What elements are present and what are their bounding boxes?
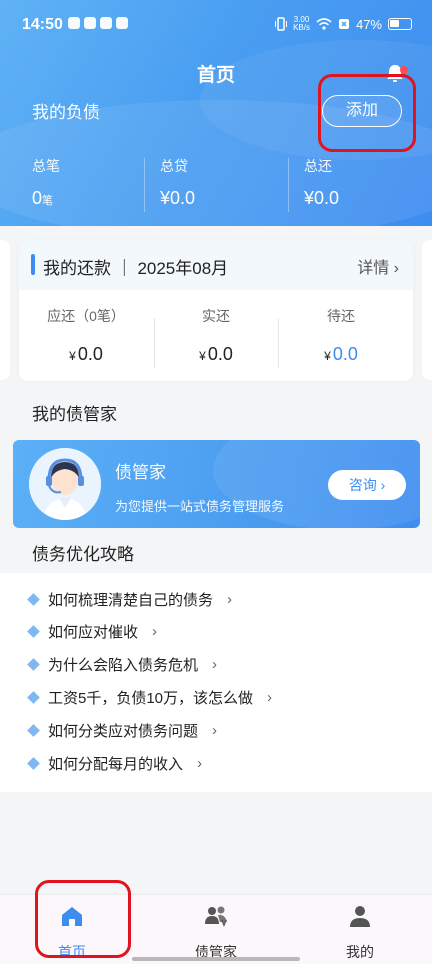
- col-amount: 0.0: [207, 344, 233, 364]
- consult-button[interactable]: 咨询 ›: [328, 470, 406, 500]
- repayment-title: 我的还款 ｜ 2025年08月: [43, 259, 229, 278]
- app-notification-icon-2: [116, 17, 128, 29]
- stat-divider: [288, 158, 289, 212]
- chevron-right-icon: ›: [267, 688, 273, 706]
- diamond-bullet-icon: [27, 756, 40, 770]
- battery-percent: 47%: [355, 16, 382, 32]
- weibo-icon: [84, 17, 96, 29]
- chevron-right-icon: ›: [227, 590, 233, 608]
- users-icon: [205, 906, 227, 928]
- stat-unit: 笔: [42, 195, 54, 207]
- app-notification-icon: [100, 17, 112, 29]
- col-amount: 0.0: [332, 344, 358, 364]
- col-label: 实还: [202, 308, 230, 324]
- repayment-detail-link[interactable]: 详情 ›: [357, 254, 399, 278]
- col-label: 待还: [327, 308, 355, 324]
- chevron-right-icon: ›: [212, 655, 218, 673]
- diamond-bullet-icon: [27, 592, 40, 606]
- diamond-bullet-icon: [27, 690, 40, 704]
- col-value: ¥0.0: [151, 344, 281, 365]
- tip-text[interactable]: 如何分配每月的收入: [48, 753, 183, 774]
- stat-label: 总还: [304, 158, 332, 174]
- tips-section-title: 债务优化攻略: [32, 545, 134, 564]
- stat-total-count: 总笔 0笔: [32, 156, 60, 209]
- butler-description: 为您提供一站式债务管理服务: [115, 499, 285, 514]
- col-label: 应还（0笔）: [47, 308, 125, 324]
- tab-butler[interactable]: 债管家: [156, 903, 276, 962]
- tip-text[interactable]: 如何分类应对债务问题: [48, 720, 198, 741]
- currency-symbol: ¥: [199, 349, 206, 363]
- status-right: 3.00 KB/s 47%: [275, 16, 412, 32]
- currency-symbol: ¥: [69, 349, 76, 363]
- tip-item[interactable]: 如何分类应对债务问题 ›: [27, 718, 218, 742]
- currency-symbol: ¥: [324, 349, 331, 363]
- chevron-right-icon: ›: [152, 622, 158, 640]
- wifi-icon: [316, 18, 332, 30]
- tip-text[interactable]: 工资5千，负债10万，该怎么做: [48, 687, 253, 708]
- sim-off-icon: [338, 19, 349, 29]
- notification-icons: [68, 17, 128, 29]
- chevron-right-icon: ›: [197, 754, 203, 772]
- notification-dot: [400, 66, 408, 74]
- carousel-prev-card[interactable]: [0, 240, 10, 380]
- stat-value: 0笔: [32, 188, 60, 209]
- butler-section-title: 我的债管家: [32, 405, 117, 424]
- status-time: 14:50: [22, 16, 63, 33]
- stat-total-loan: 总贷 ¥0.0: [160, 156, 195, 209]
- stat-divider: [144, 158, 145, 212]
- stat-value: ¥0.0: [304, 188, 340, 208]
- my-debt-label: 我的负债: [32, 103, 100, 122]
- diamond-bullet-icon: [27, 723, 40, 737]
- chevron-right-icon: ›: [212, 721, 218, 739]
- tiktok-icon: [68, 17, 80, 29]
- consult-label[interactable]: 咨询: [349, 477, 377, 493]
- tip-text[interactable]: 如何应对催收: [48, 621, 138, 642]
- headset-agent-icon: [29, 448, 101, 520]
- detail-label[interactable]: 详情: [357, 260, 389, 277]
- col-amount: 0.0: [77, 344, 103, 364]
- stat-label: 总笔: [32, 158, 60, 174]
- col-due: 应还（0笔） ¥0.0: [21, 306, 151, 365]
- title-accent-bar: [31, 254, 35, 275]
- chevron-right-icon: ›: [389, 260, 399, 277]
- tip-item[interactable]: 为什么会陷入债务危机 ›: [27, 652, 218, 676]
- tip-text[interactable]: 如何梳理清楚自己的债务: [48, 589, 213, 610]
- tips-list: 如何梳理清楚自己的债务 › 如何应对催收 › 为什么会陷入债务危机 › 工资5千，负债…: [0, 573, 432, 792]
- butler-card[interactable]: 债管家 为您提供一站式债务管理服务 咨询 ›: [13, 440, 420, 528]
- tip-item[interactable]: 如何梳理清楚自己的债务 ›: [27, 587, 233, 611]
- tab-mine[interactable]: 我的: [300, 903, 420, 962]
- stat-value: ¥0.0: [160, 188, 196, 208]
- tip-item[interactable]: 如何应对催收 ›: [27, 619, 158, 643]
- col-value: ¥0.0: [276, 344, 406, 365]
- status-bar: 14:50 3.00 KB/s 47%: [0, 0, 432, 50]
- stat-label: 总贷: [160, 158, 188, 174]
- vibrate-icon: [275, 17, 288, 31]
- butler-name: 债管家: [115, 463, 166, 482]
- repayment-card-header: 我的还款 ｜ 2025年08月 详情 ›: [19, 240, 413, 290]
- stat-value-number: 0: [32, 188, 43, 208]
- carousel-next-card[interactable]: [422, 240, 432, 380]
- battery-icon: [388, 18, 412, 30]
- stat-total-repaid: 总还 ¥0.0: [304, 156, 339, 209]
- chevron-right-icon: ›: [376, 477, 386, 493]
- highlight-box-home: [35, 880, 131, 958]
- highlight-box-add: [318, 74, 416, 152]
- network-speed: 3.00 KB/s: [293, 15, 310, 32]
- tip-item[interactable]: 如何分配每月的收入 ›: [27, 751, 203, 775]
- debt-stats: 总笔 0笔 总贷 ¥0.0 总还 ¥0.0: [0, 156, 432, 216]
- butler-avatar: [29, 448, 101, 520]
- col-pending: 待还 ¥0.0: [276, 306, 406, 365]
- tip-item[interactable]: 工资5千，负债10万，该怎么做 ›: [27, 685, 273, 709]
- diamond-bullet-icon: [27, 624, 40, 638]
- repayment-card: 我的还款 ｜ 2025年08月 详情 › 应还（0笔） ¥0.0 实还 ¥0.0…: [19, 240, 413, 381]
- col-paid: 实还 ¥0.0: [151, 306, 281, 365]
- col-value: ¥0.0: [21, 344, 151, 365]
- person-icon: [350, 906, 370, 927]
- tab-label: 我的: [346, 944, 374, 960]
- tip-text[interactable]: 为什么会陷入债务危机: [48, 654, 198, 675]
- diamond-bullet-icon: [27, 657, 40, 671]
- home-indicator[interactable]: [132, 957, 300, 961]
